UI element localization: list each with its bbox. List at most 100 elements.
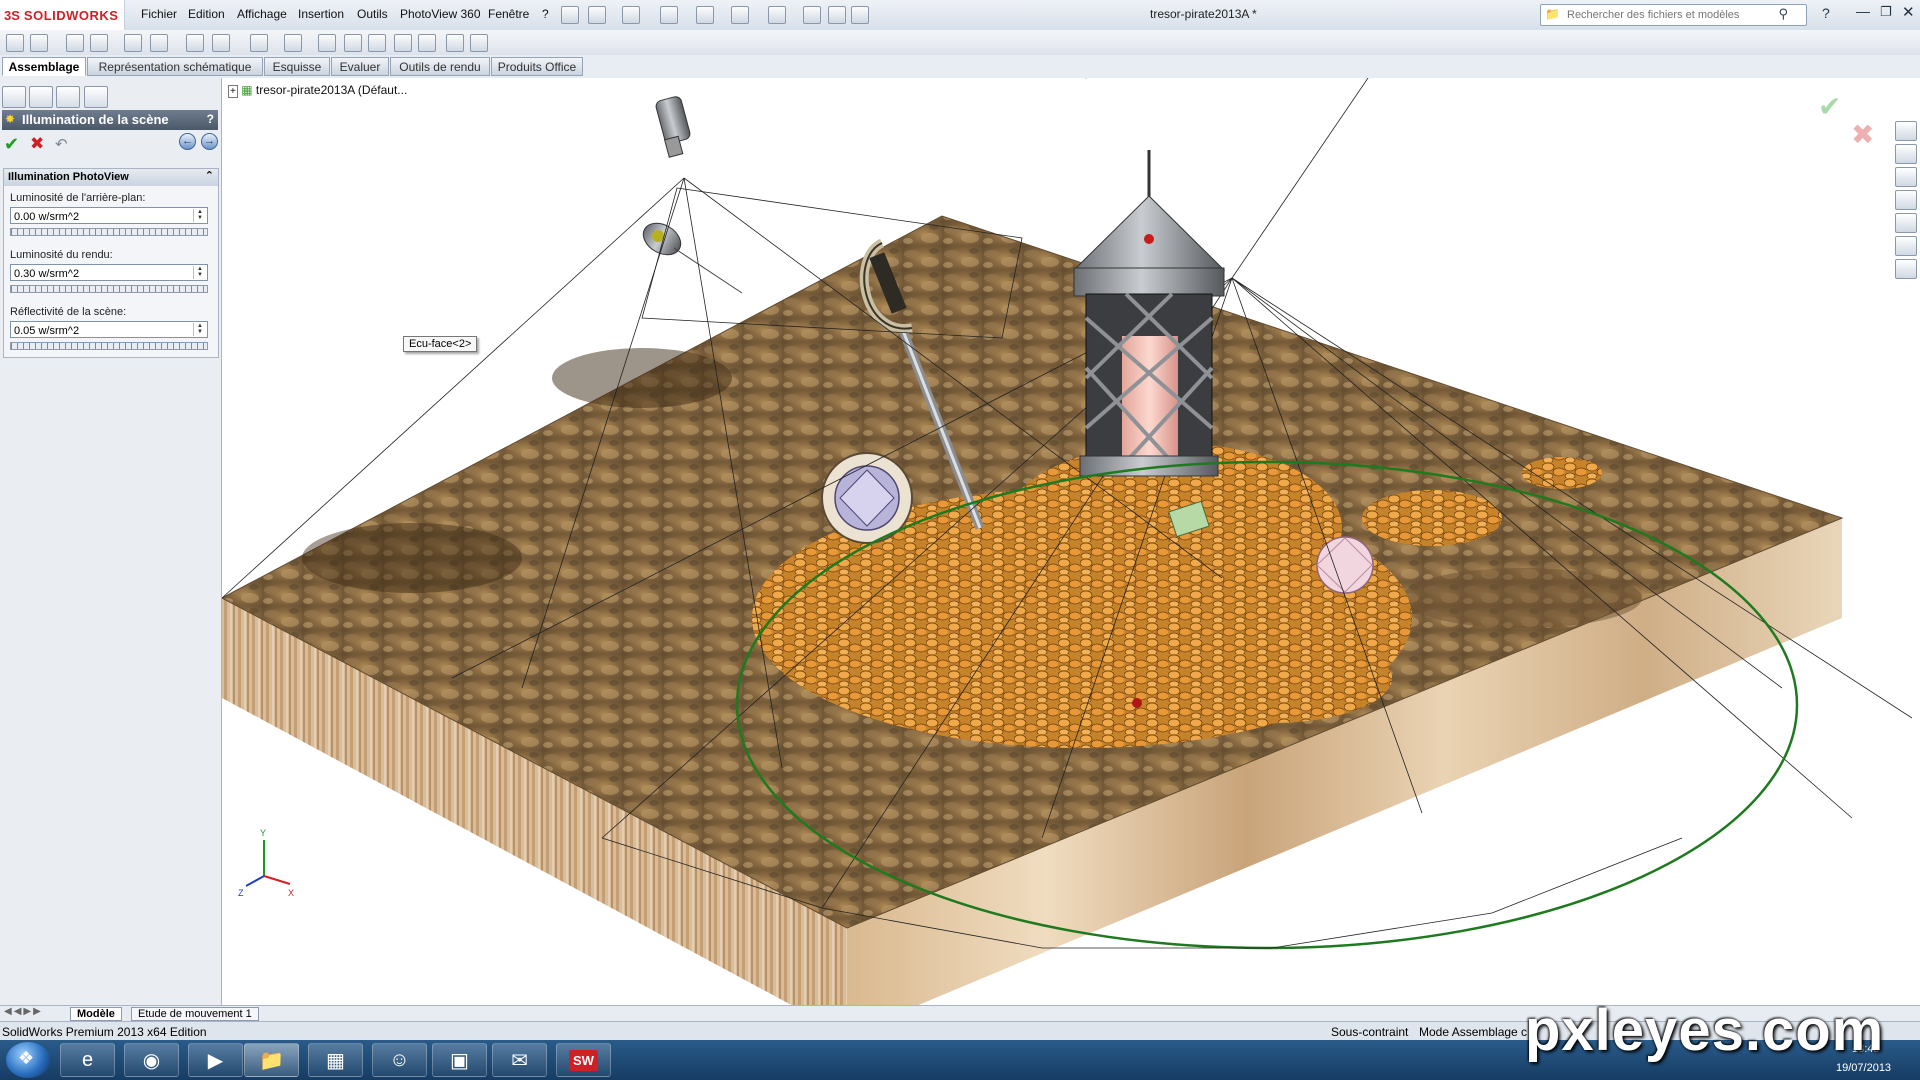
reference-geometry-icon[interactable] — [250, 34, 268, 52]
render-brightness-slider[interactable] — [10, 285, 208, 293]
new-document-icon[interactable] — [588, 6, 606, 24]
spin-arrows-icon[interactable]: ▲ ▼ — [193, 266, 206, 279]
rotate-component-icon[interactable] — [150, 34, 168, 52]
menu-edition[interactable]: Edition — [188, 7, 225, 21]
firefox-icon[interactable]: ◉ — [124, 1043, 179, 1077]
previous-view-icon[interactable]: ↺ — [967, 78, 978, 79]
zoom-to-fit-icon[interactable]: ⚲ — [921, 78, 931, 80]
insert-component-icon[interactable] — [6, 34, 24, 52]
gimp-icon[interactable]: ☺ — [372, 1043, 427, 1077]
background-brightness-input[interactable] — [11, 208, 186, 225]
internet-explorer-icon[interactable]: e — [60, 1043, 115, 1077]
feature-tree-flyout[interactable]: + ▦ tresor-pirate2013A (Défaut... — [228, 83, 407, 98]
menu-fenetre[interactable]: Fenêtre — [488, 7, 529, 21]
menu-affichage[interactable]: Affichage — [237, 7, 287, 21]
zoom-area-icon[interactable]: ⚲ — [944, 78, 954, 80]
tab-representation-schematique[interactable]: Représentation schématique — [87, 57, 263, 76]
mate-icon[interactable] — [30, 34, 48, 52]
render-brightness-field[interactable]: ▲▼ — [10, 264, 208, 282]
tab-produits-office[interactable]: Produits Office — [491, 57, 583, 76]
mail-icon[interactable]: ✉ — [492, 1043, 547, 1077]
save-icon[interactable] — [660, 6, 678, 24]
sketch-icon[interactable] — [446, 34, 464, 52]
menu-fichier[interactable]: Fichier — [141, 7, 177, 21]
show-hidden-icon[interactable] — [186, 34, 204, 52]
smart-fasteners-icon[interactable] — [90, 34, 108, 52]
solidworks-resources-icon[interactable] — [1895, 121, 1917, 141]
confirm-corner-cancel-icon[interactable]: ✖ — [1851, 118, 1874, 151]
open-icon[interactable] — [622, 6, 640, 24]
scene-reflectivity-input[interactable] — [11, 322, 186, 339]
menu-photoview[interactable]: PhotoView 360 — [400, 7, 481, 21]
smart-dimension-icon[interactable] — [470, 34, 488, 52]
file-explorer-icon[interactable] — [1895, 190, 1917, 210]
restore-icon[interactable]: ❐ — [1880, 4, 1892, 20]
start-button[interactable]: ❖ — [6, 1042, 50, 1078]
spin-arrows-icon[interactable]: ▲ ▼ — [193, 323, 206, 336]
print-icon[interactable] — [696, 6, 714, 24]
expand-plus-icon[interactable]: + — [228, 85, 238, 98]
new-motion-study-icon[interactable] — [284, 34, 302, 52]
spin-arrows-icon[interactable]: ▲ ▼ — [193, 209, 206, 222]
menu-insertion[interactable]: Insertion — [298, 7, 344, 21]
minimize-icon[interactable]: — — [1856, 3, 1870, 19]
instant3d-icon[interactable] — [394, 34, 412, 52]
property-manager-icon[interactable] — [29, 86, 53, 108]
close-icon[interactable]: ✕ — [1902, 3, 1915, 21]
remote-desktop-icon[interactable]: ▣ — [432, 1043, 487, 1077]
calculator-icon[interactable]: ▦ — [308, 1043, 363, 1077]
background-brightness-field[interactable]: ▲▼ — [10, 207, 208, 225]
menu-outils[interactable]: Outils — [357, 7, 388, 21]
tab-motion-study[interactable]: Etude de mouvement 1 — [131, 1007, 259, 1021]
spotlight-icon[interactable] — [655, 95, 692, 158]
options-icon[interactable] — [851, 6, 869, 24]
graphics-viewport[interactable]: Y X Z ⚲ ⚲ ↺ ▣ ❐ ◫ ◯ ● ▲ ▦ ✥ ▤ ▤ — ❐ ✕ ✔ … — [222, 78, 1920, 1005]
display-style-icon[interactable]: ◫ — [1047, 78, 1059, 79]
rebuild-icon[interactable] — [803, 6, 821, 24]
group-header[interactable]: Illumination PhotoView ⌃ — [4, 169, 218, 186]
exploded-view-icon[interactable] — [344, 34, 362, 52]
panel-help-icon[interactable]: ? — [207, 112, 214, 126]
appearances-icon[interactable] — [1895, 236, 1917, 256]
scene-reflectivity-field[interactable]: ▲▼ — [10, 321, 208, 339]
large-design-review-icon[interactable] — [418, 34, 436, 52]
help-icon[interactable]: ? — [1822, 5, 1830, 21]
collapse-chevron-icon[interactable]: ⌃ — [205, 169, 214, 182]
component-pattern-icon[interactable] — [66, 34, 84, 52]
search-input[interactable] — [1565, 5, 1789, 25]
solidworks-taskbar-button[interactable]: SW — [556, 1043, 611, 1077]
assembly-features-icon[interactable] — [212, 34, 230, 52]
custom-properties-icon[interactable] — [1895, 259, 1917, 279]
move-view-icon[interactable]: ✥ — [1199, 78, 1212, 80]
home-icon[interactable] — [1895, 144, 1917, 164]
search-icon[interactable]: ⚲ — [1778, 6, 1788, 22]
file-properties-icon[interactable] — [828, 6, 846, 24]
undo-icon[interactable] — [731, 6, 749, 24]
ok-check-icon[interactable]: ✔ — [4, 134, 19, 155]
tab-scroll-arrows-icon[interactable]: ◀◀▶▶ — [4, 1006, 43, 1017]
solidworks-logo[interactable]: 3S SOLIDWORKS — [0, 0, 125, 30]
background-brightness-slider[interactable] — [10, 228, 208, 236]
file-explorer-taskbar-icon[interactable]: 📁 — [244, 1043, 299, 1077]
section-view-icon[interactable]: ▣ — [990, 78, 1002, 79]
pin-icon[interactable] — [561, 6, 579, 24]
view-settings-icon[interactable]: ▦ — [1167, 78, 1179, 79]
cancel-x-icon[interactable]: ✖ — [30, 134, 44, 154]
explode-line-icon[interactable] — [368, 34, 386, 52]
view-orientation-icon[interactable]: ❐ — [1012, 78, 1024, 79]
view-palette-icon[interactable] — [1895, 213, 1917, 233]
feature-manager-icon[interactable] — [2, 86, 26, 108]
media-player-icon[interactable]: ▶ — [188, 1043, 243, 1077]
design-library-icon[interactable] — [1895, 167, 1917, 187]
tab-esquisse[interactable]: Esquisse — [264, 57, 330, 76]
configuration-manager-icon[interactable] — [56, 86, 80, 108]
menu-help[interactable]: ? — [542, 7, 549, 21]
tab-outils-de-rendu[interactable]: Outils de rendu — [390, 57, 490, 76]
scene-reflectivity-slider[interactable] — [10, 342, 208, 350]
tab-assemblage[interactable]: Assemblage — [2, 57, 86, 76]
select-icon[interactable] — [768, 6, 786, 24]
point-light-icon[interactable] — [638, 217, 743, 294]
bill-of-materials-icon[interactable] — [318, 34, 336, 52]
confirm-corner-check-icon[interactable]: ✔ — [1818, 90, 1841, 123]
hide-show-items-icon[interactable]: ◯ — [1079, 78, 1094, 79]
